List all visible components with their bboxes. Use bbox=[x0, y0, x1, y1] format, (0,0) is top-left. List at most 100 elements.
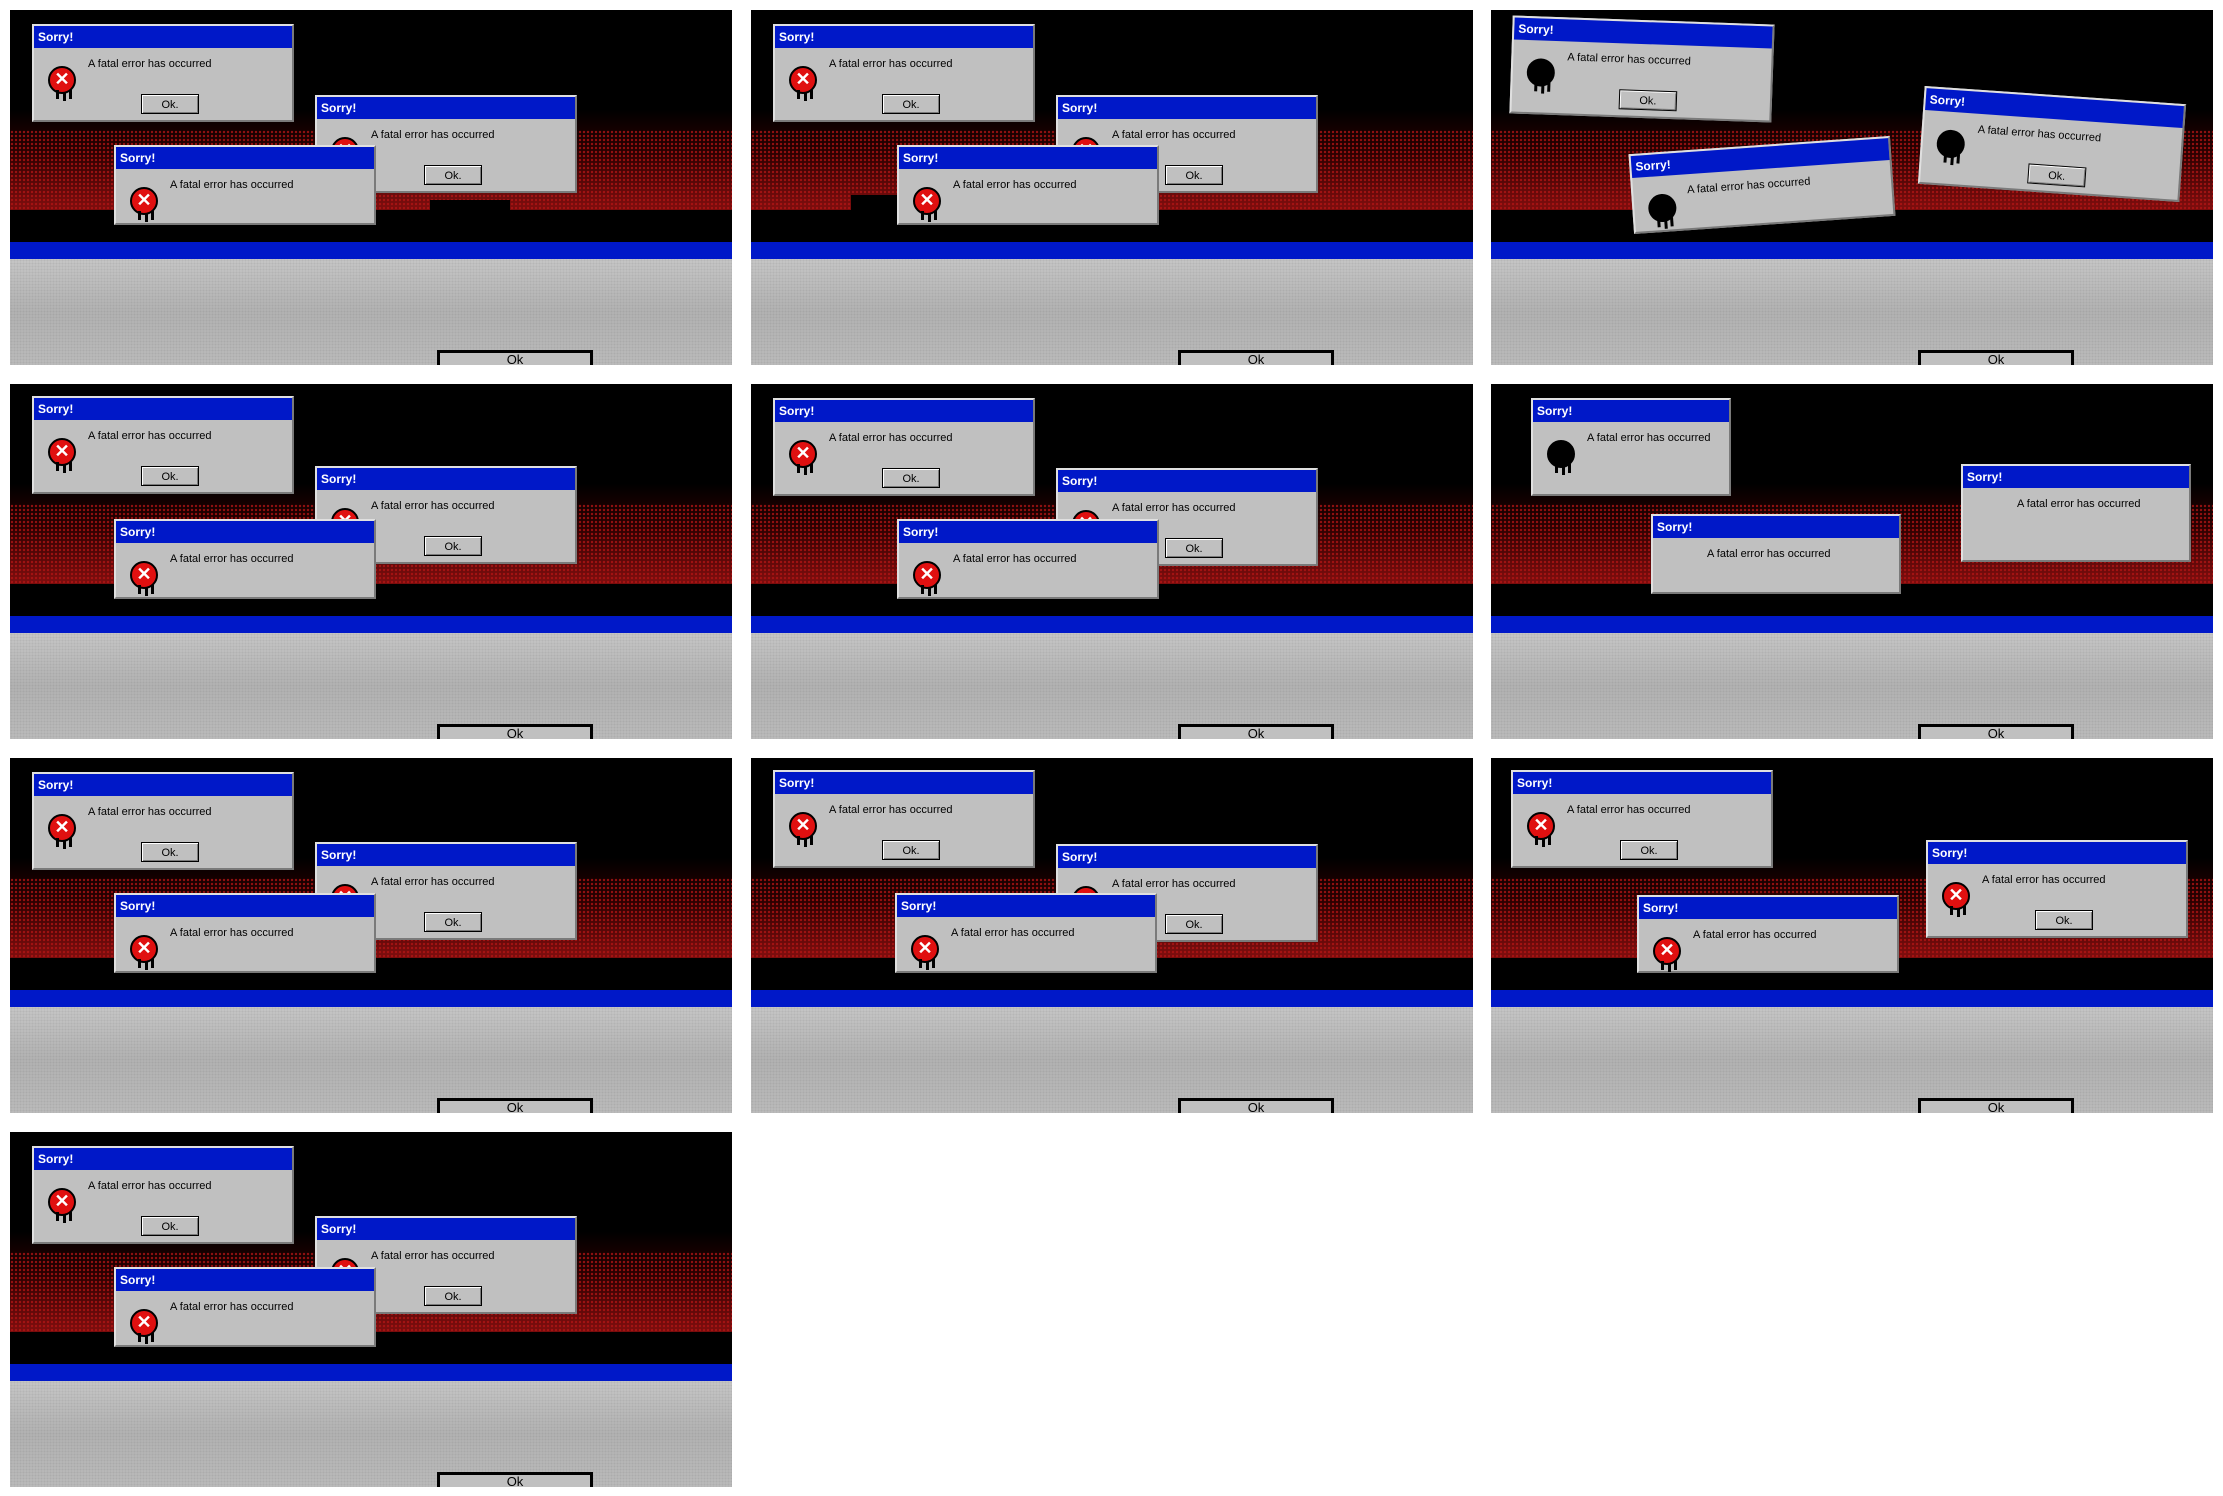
dialog-title: Sorry! bbox=[899, 521, 1157, 543]
ok-button[interactable]: Ok. bbox=[2035, 910, 2093, 930]
error-dialog: Sorry! ✕ A fatal error has occurred bbox=[897, 145, 1159, 225]
floor-ok-button[interactable]: Ok bbox=[437, 724, 593, 739]
dialog-title: Sorry! bbox=[775, 400, 1033, 422]
error-x-icon: ✕ bbox=[1935, 128, 1966, 159]
dialog-message: A fatal error has occurred bbox=[951, 927, 1075, 939]
dialog-message: A fatal error has occurred bbox=[2017, 498, 2141, 510]
frame-4: Ok Sorry! ✕ A fatal error has occurred O… bbox=[10, 384, 732, 739]
error-x-icon: ✕ bbox=[1942, 882, 1970, 915]
error-dialog: Sorry! ✕ A fatal error has occurred Ok. bbox=[1926, 840, 2188, 938]
ok-button[interactable]: Ok. bbox=[1620, 840, 1678, 860]
dialog-title: Sorry! bbox=[116, 1269, 374, 1291]
error-dialog: Sorry! ✕ A fatal error has occurred Ok. bbox=[32, 772, 294, 870]
floor-ok-button[interactable]: Ok bbox=[1178, 350, 1334, 365]
error-dialog: Sorry! ✕ A fatal error has occurred bbox=[897, 519, 1159, 599]
frame-5: Ok Sorry! ✕ A fatal error has occurred O… bbox=[751, 384, 1473, 739]
ok-button[interactable]: Ok. bbox=[141, 842, 199, 862]
dialog-message: A fatal error has occurred bbox=[170, 1301, 294, 1313]
dialog-message: A fatal error has occurred bbox=[953, 553, 1077, 565]
dialog-message: A fatal error has occurred bbox=[1567, 804, 1691, 816]
ok-button[interactable]: Ok. bbox=[141, 94, 199, 114]
dialog-message: A fatal error has occurred bbox=[1587, 432, 1711, 444]
blue-line bbox=[10, 1373, 732, 1381]
dialog-message: A fatal error has occurred bbox=[1567, 51, 1692, 68]
blue-line bbox=[751, 999, 1473, 1007]
dialog-title: Sorry! bbox=[1058, 846, 1316, 868]
error-dialog: Sorry! ✕ A fatal error has occurred Ok. bbox=[32, 396, 294, 494]
floor-ok-button[interactable]: Ok bbox=[437, 1472, 593, 1487]
error-x-icon: ✕ bbox=[48, 1188, 76, 1221]
dialog-message: A fatal error has occurred bbox=[170, 927, 294, 939]
floor-ok-button[interactable]: Ok bbox=[1918, 350, 2074, 365]
error-dialog: Sorry! ✕ A fatal error has occurred Ok. bbox=[773, 398, 1035, 496]
ok-button[interactable]: Ok. bbox=[424, 1286, 482, 1306]
dialog-message: A fatal error has occurred bbox=[1112, 878, 1236, 890]
glitch-block bbox=[430, 200, 510, 214]
dialog-message: A fatal error has occurred bbox=[1977, 123, 2102, 145]
ok-button[interactable]: Ok. bbox=[424, 536, 482, 556]
ok-button[interactable]: Ok. bbox=[1165, 165, 1223, 185]
floor-ok-button[interactable]: Ok bbox=[1178, 1098, 1334, 1113]
blue-line bbox=[10, 625, 732, 633]
error-dialog: Sorry! ✕ A fatal error has occurred bbox=[114, 519, 376, 599]
error-dialog: Sorry! ✕ A fatal error has occurred bbox=[114, 145, 376, 225]
dialog-title: Sorry! bbox=[1513, 772, 1771, 794]
frame-9: Ok Sorry! ✕ A fatal error has occurred O… bbox=[1491, 758, 2213, 1113]
blue-line bbox=[10, 999, 732, 1007]
ok-button[interactable]: Ok. bbox=[1165, 538, 1223, 558]
error-x-icon: ✕ bbox=[1547, 440, 1575, 473]
error-x-icon: ✕ bbox=[130, 187, 158, 220]
frame-8: Ok Sorry! ✕ A fatal error has occurred O… bbox=[751, 758, 1473, 1113]
error-dialog: Sorry! A fatal error has occurred bbox=[1651, 514, 1901, 594]
error-x-icon: ✕ bbox=[789, 66, 817, 99]
glitch-block bbox=[851, 195, 901, 213]
ok-button[interactable]: Ok. bbox=[2027, 163, 2087, 188]
dialog-message: A fatal error has occurred bbox=[88, 58, 212, 70]
dialog-title: Sorry! bbox=[317, 844, 575, 866]
dialog-message: A fatal error has occurred bbox=[1686, 175, 1811, 197]
ok-button[interactable]: Ok. bbox=[1618, 89, 1678, 112]
error-dialog: Sorry! ✕ A fatal error has occurred Ok. bbox=[773, 770, 1035, 868]
dialog-title: Sorry! bbox=[116, 895, 374, 917]
floor-ok-button[interactable]: Ok bbox=[1918, 724, 2074, 739]
ok-button[interactable]: Ok. bbox=[141, 1216, 199, 1236]
dialog-message: A fatal error has occurred bbox=[88, 1180, 212, 1192]
ok-button[interactable]: Ok. bbox=[424, 912, 482, 932]
dialog-title: Sorry! bbox=[1058, 470, 1316, 492]
ok-button[interactable]: Ok. bbox=[1165, 914, 1223, 934]
error-dialog: Sorry! ✕ A fatal error has occurred Ok. bbox=[1509, 15, 1775, 123]
dialog-message: A fatal error has occurred bbox=[371, 129, 495, 141]
error-dialog: Sorry! ✕ A fatal error has occurred Ok. bbox=[1917, 85, 2187, 203]
dialog-title: Sorry! bbox=[34, 774, 292, 796]
error-x-icon: ✕ bbox=[1647, 193, 1678, 223]
ok-button[interactable]: Ok. bbox=[882, 94, 940, 114]
blue-band bbox=[10, 616, 732, 625]
dialog-title: Sorry! bbox=[1639, 897, 1897, 919]
error-x-icon: ✕ bbox=[130, 1309, 158, 1342]
blue-line bbox=[1491, 999, 2213, 1007]
error-dialog: Sorry! ✕ A fatal error has occurred bbox=[1637, 895, 1899, 973]
floor-ok-button[interactable]: Ok bbox=[437, 350, 593, 365]
dialog-title: Sorry! bbox=[34, 398, 292, 420]
ok-button[interactable]: Ok. bbox=[141, 466, 199, 486]
dialog-title: Sorry! bbox=[899, 147, 1157, 169]
floor bbox=[10, 1381, 732, 1487]
dialog-title: Sorry! bbox=[34, 1148, 292, 1170]
blue-band bbox=[10, 242, 732, 251]
dialog-title: Sorry! bbox=[775, 26, 1033, 48]
floor-ok-button[interactable]: Ok bbox=[437, 1098, 593, 1113]
error-x-icon: ✕ bbox=[789, 440, 817, 473]
ok-button[interactable]: Ok. bbox=[424, 165, 482, 185]
blue-line bbox=[751, 625, 1473, 633]
blue-band bbox=[1491, 616, 2213, 625]
floor-ok-button[interactable]: Ok bbox=[1178, 724, 1334, 739]
floor-ok-button[interactable]: Ok bbox=[1918, 1098, 2074, 1113]
dialog-title: Sorry! bbox=[317, 97, 575, 119]
floor bbox=[10, 633, 732, 739]
error-x-icon: ✕ bbox=[1527, 812, 1555, 845]
floor bbox=[10, 259, 732, 365]
blue-line bbox=[10, 251, 732, 259]
ok-button[interactable]: Ok. bbox=[882, 468, 940, 488]
ok-button[interactable]: Ok. bbox=[882, 840, 940, 860]
dialog-message: A fatal error has occurred bbox=[1112, 502, 1236, 514]
